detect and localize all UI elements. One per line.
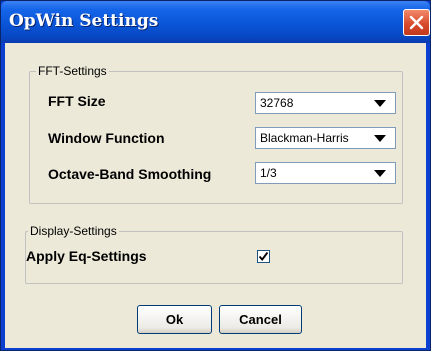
dialog-body: FFT-Settings FFT Size 32768 Window Funct…	[5, 43, 426, 348]
ok-button[interactable]: Ok	[137, 305, 212, 334]
checkmark-icon	[259, 252, 268, 261]
fft-size-label: FFT Size	[48, 93, 106, 109]
octave-band-smoothing-select[interactable]: 1/3	[255, 162, 396, 184]
apply-eq-settings-label: Apply Eq-Settings	[26, 248, 147, 264]
close-icon	[409, 15, 424, 30]
window-title: OpWin Settings	[9, 11, 159, 31]
settings-window: OpWin Settings FFT-Settings FFT Size 327…	[0, 0, 431, 351]
octave-band-smoothing-value: 1/3	[260, 166, 277, 180]
fft-settings-group: FFT-Settings FFT Size 32768 Window Funct…	[29, 64, 403, 204]
window-function-select[interactable]: Blackman-Harris	[255, 127, 396, 149]
fft-size-select[interactable]: 32768	[255, 92, 396, 114]
chevron-down-icon	[374, 135, 386, 142]
octave-band-smoothing-label: Octave-Band Smoothing	[48, 166, 212, 182]
display-settings-group: Display-Settings Apply Eq-Settings	[25, 224, 403, 284]
cancel-button[interactable]: Cancel	[219, 305, 302, 334]
fft-settings-legend: FFT-Settings	[36, 64, 109, 78]
display-settings-legend: Display-Settings	[28, 224, 119, 238]
fft-size-value: 32768	[260, 96, 294, 110]
apply-eq-settings-checkbox[interactable]	[257, 250, 270, 263]
title-bar[interactable]: OpWin Settings	[1, 1, 430, 43]
chevron-down-icon	[374, 100, 386, 107]
chevron-down-icon	[374, 170, 386, 177]
window-function-label: Window Function	[48, 130, 165, 146]
close-button[interactable]	[403, 9, 430, 36]
window-function-value: Blackman-Harris	[260, 131, 349, 145]
